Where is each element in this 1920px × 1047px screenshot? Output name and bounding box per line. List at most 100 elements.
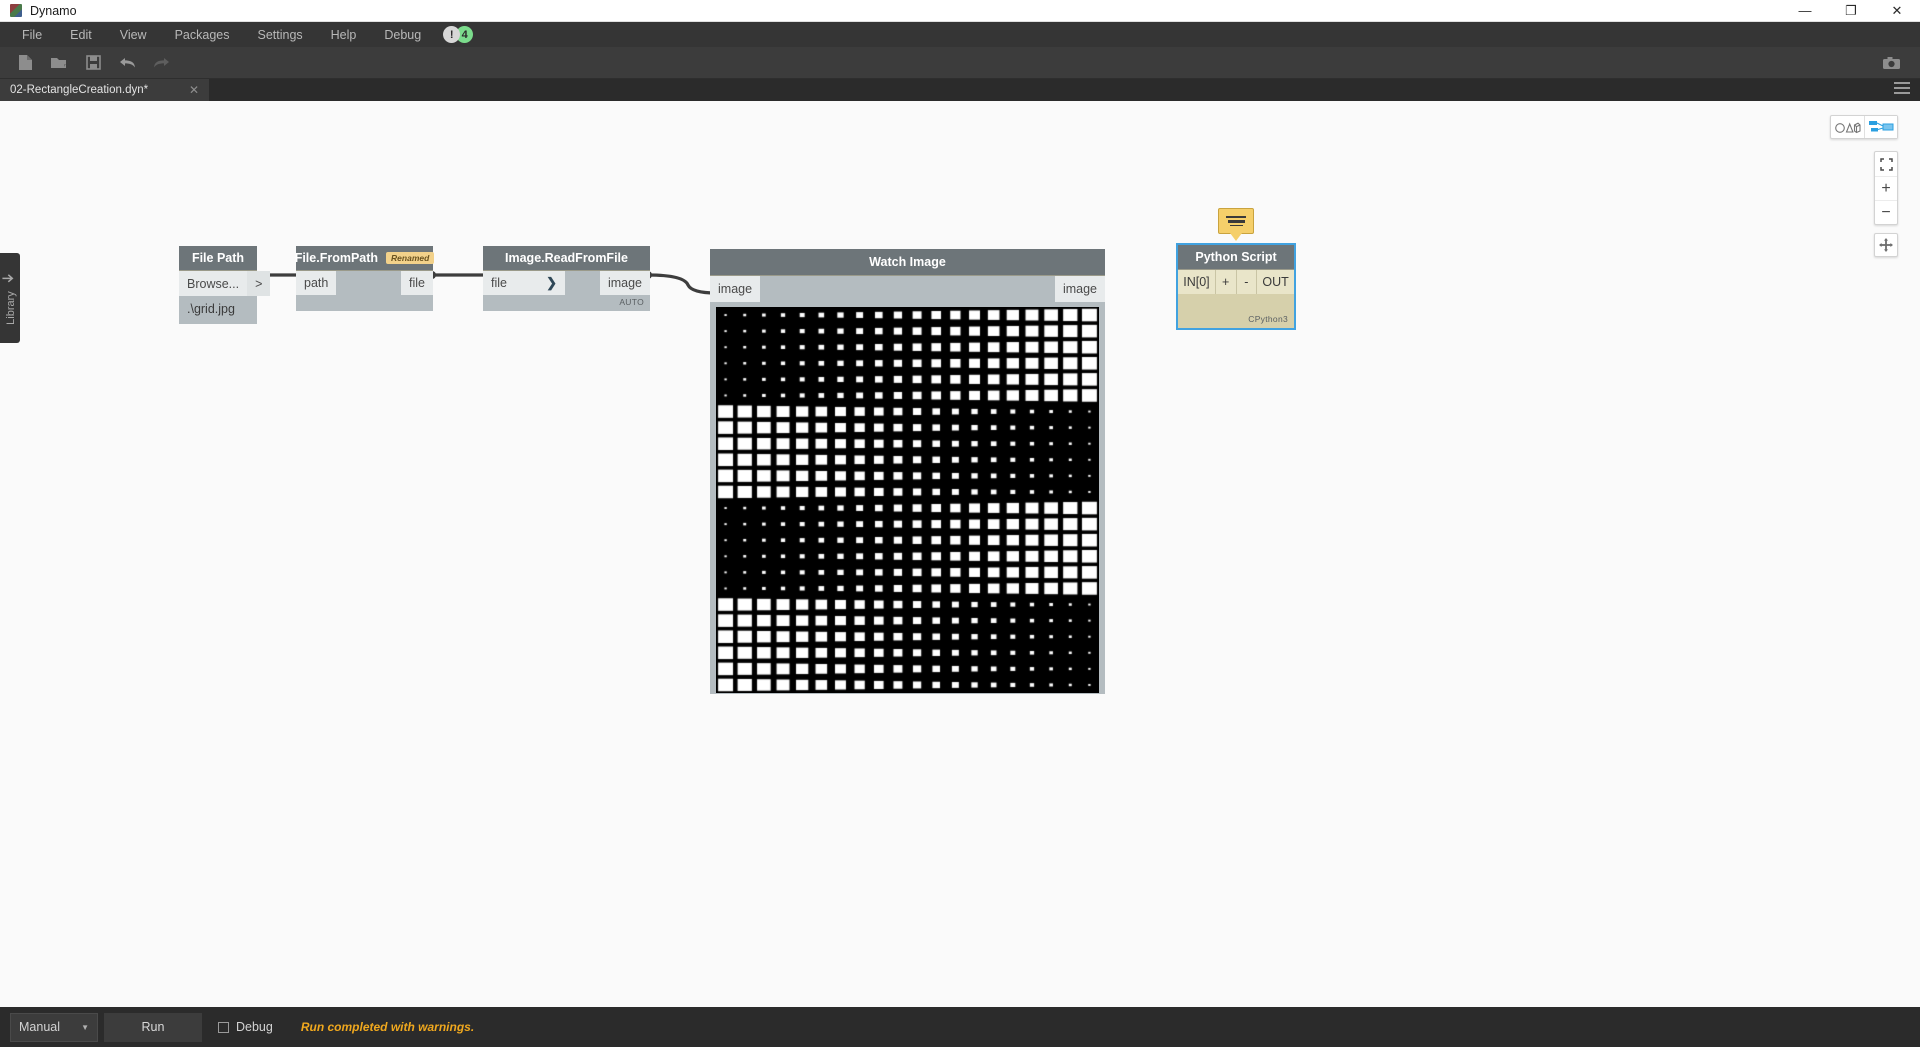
input-port-image[interactable]: image — [710, 276, 760, 302]
file-path-output-port[interactable]: > — [247, 271, 270, 296]
note-line — [1228, 220, 1245, 223]
view-toggle-group — [1830, 115, 1898, 139]
hamburger-menu-icon[interactable] — [1894, 81, 1910, 99]
node-file-from-path[interactable]: File.FromPath Renamed path file — [296, 246, 433, 311]
file-from-path-ports: path file — [296, 271, 433, 295]
add-input-button[interactable]: + — [1216, 270, 1237, 294]
library-tab-label: Library — [4, 291, 16, 325]
status-bar: Manual ▼ Run Debug Run completed with wa… — [0, 1007, 1920, 1047]
renamed-badge: Renamed — [386, 252, 434, 264]
python-engine-label: CPython3 — [1178, 294, 1294, 328]
minimize-button[interactable]: — — [1782, 0, 1828, 21]
new-file-icon[interactable] — [8, 47, 42, 78]
node-watch-image-body: image image — [710, 276, 1105, 694]
maximize-button[interactable]: ❐ — [1828, 0, 1874, 21]
node-watch-image-header: Watch Image — [710, 249, 1105, 276]
node-title: Image.ReadFromFile — [505, 251, 628, 265]
node-file-from-path-header: File.FromPath Renamed — [296, 246, 433, 271]
notification-badges: ! 4 — [443, 26, 473, 43]
file-path-value[interactable]: .\grid.jpg — [179, 296, 257, 324]
note-line — [1230, 225, 1243, 227]
node-python-header: Python Script — [1178, 245, 1294, 270]
node-file-from-path-body: path file — [296, 271, 433, 311]
note-line — [1226, 216, 1246, 218]
zoom-to-fit-button[interactable] — [1875, 152, 1897, 176]
window-controls: — ❐ ✕ — [1782, 0, 1920, 21]
menu-settings[interactable]: Settings — [243, 22, 316, 47]
remove-input-button[interactable]: - — [1237, 270, 1258, 294]
menu-edit[interactable]: Edit — [56, 22, 106, 47]
tabbar-menu-group — [1894, 79, 1920, 101]
tab-close-icon[interactable]: ✕ — [175, 83, 199, 97]
node-image-read-from-file[interactable]: Image.ReadFromFile file ❯ image AUTO — [483, 246, 650, 311]
python-ports: IN[0] + - OUT — [1178, 270, 1294, 294]
node-image-read-header: Image.ReadFromFile — [483, 246, 650, 271]
chevron-down-icon: ▼ — [81, 1023, 89, 1032]
image-read-ports: file ❯ image — [483, 271, 650, 295]
zoom-control-group: + − — [1874, 151, 1898, 225]
library-panel-tab[interactable]: Library — [0, 253, 20, 343]
node-python-body: IN[0] + - OUT CPython3 — [1178, 270, 1294, 328]
status-message: Run completed with warnings. — [301, 1020, 474, 1034]
menu-view[interactable]: View — [106, 22, 161, 47]
workspace-tab[interactable]: 02-RectangleCreation.dyn* ✕ — [0, 79, 210, 101]
note-balloon-icon[interactable] — [1218, 208, 1254, 234]
node-title: File.FromPath — [295, 251, 378, 265]
geometry-view-toggle[interactable] — [1831, 116, 1864, 138]
graph-canvas[interactable]: Library + — [0, 101, 1920, 1007]
zoom-in-button[interactable]: + — [1875, 176, 1897, 200]
watch-image-preview — [715, 306, 1100, 694]
save-disk-icon[interactable] — [76, 47, 110, 78]
node-file-path-header: File Path — [179, 246, 257, 271]
tab-label: 02-RectangleCreation.dyn* — [10, 84, 148, 96]
browse-button[interactable]: Browse... — [179, 271, 247, 296]
node-python-script[interactable]: Python Script IN[0] + - OUT CPython3 — [1176, 243, 1296, 330]
toolbar-right-group — [1874, 56, 1908, 70]
node-run-mode-footer: AUTO — [483, 295, 650, 311]
close-button[interactable]: ✕ — [1874, 0, 1920, 21]
debug-checkbox[interactable] — [218, 1022, 229, 1033]
port-spacer — [565, 271, 600, 295]
open-folder-icon[interactable] — [42, 47, 76, 78]
dynamo-logo-icon — [10, 4, 22, 17]
undo-arrow-icon[interactable] — [110, 47, 144, 78]
zoom-out-button[interactable]: − — [1875, 200, 1897, 224]
input-port-path[interactable]: path — [296, 271, 336, 295]
menu-debug[interactable]: Debug — [370, 22, 435, 47]
arrow-right-icon — [4, 272, 17, 285]
menu-bar: File Edit View Packages Settings Help De… — [0, 22, 1920, 47]
port-spacer — [760, 276, 1055, 302]
output-port-out[interactable]: OUT — [1257, 270, 1294, 294]
app-title: Dynamo — [30, 4, 77, 18]
title-bar: Dynamo — ❐ ✕ — [0, 0, 1920, 22]
menu-help[interactable]: Help — [317, 22, 371, 47]
camera-icon[interactable] — [1874, 56, 1908, 70]
redo-arrow-icon[interactable] — [144, 47, 178, 78]
node-title: Python Script — [1195, 250, 1276, 264]
tab-bar: 02-RectangleCreation.dyn* ✕ — [0, 79, 1920, 101]
menu-packages[interactable]: Packages — [161, 22, 244, 47]
run-mode-dropdown[interactable]: Manual ▼ — [10, 1013, 98, 1042]
watch-image-ports: image image — [710, 276, 1105, 302]
chevron-right-icon[interactable]: ❯ — [546, 275, 557, 291]
node-watch-image[interactable]: Watch Image image image — [710, 249, 1105, 699]
node-file-path-body: Browse... > .\grid.jpg — [179, 271, 257, 324]
grid-image-canvas — [716, 307, 1099, 693]
input-port-in0[interactable]: IN[0] — [1178, 270, 1216, 294]
debug-toggle[interactable]: Debug — [218, 1020, 273, 1034]
node-title: File Path — [192, 251, 244, 265]
input-port-file[interactable]: file ❯ — [483, 271, 565, 295]
input-port-file-label: file — [491, 276, 507, 290]
node-image-read-body: file ❯ image AUTO — [483, 271, 650, 311]
run-button[interactable]: Run — [104, 1013, 202, 1042]
pan-control[interactable] — [1874, 233, 1898, 257]
graph-view-toggle[interactable] — [1864, 116, 1897, 138]
node-title: Watch Image — [869, 255, 946, 269]
output-port-image[interactable]: image — [600, 271, 650, 295]
port-spacer — [336, 271, 401, 295]
run-mode-label: Manual — [19, 1020, 60, 1034]
menu-file[interactable]: File — [8, 22, 56, 47]
node-file-path[interactable]: File Path Browse... > .\grid.jpg — [179, 246, 257, 324]
output-port-image[interactable]: image — [1055, 276, 1105, 302]
output-port-file[interactable]: file — [401, 271, 433, 295]
